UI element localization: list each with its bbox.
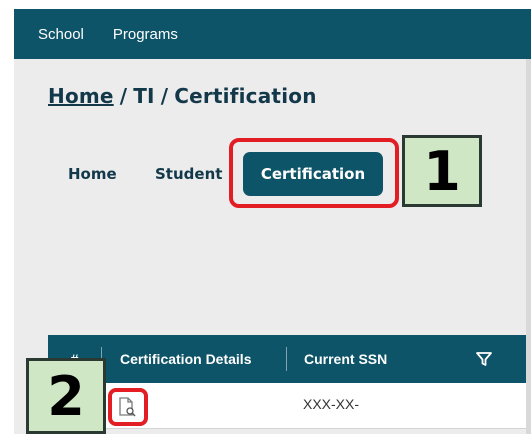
tab-home[interactable]: Home [68,165,117,183]
highlight-box-certification-tab [229,138,399,208]
top-navigation-bar: School Programs [14,9,531,59]
current-ssn-value: XXX-XX- [303,396,360,412]
filter-icon[interactable] [475,350,493,368]
breadcrumb-separator: / [119,84,128,108]
main-content: Home / TI / Certification Home Student Certi… [14,59,531,434]
breadcrumb: Home / TI / Certification [48,84,317,108]
breadcrumb-section: TI [133,84,155,108]
scrollbar-track[interactable] [526,59,531,434]
column-header-certification-details[interactable]: Certification Details [102,351,286,367]
breadcrumb-current: Certification [174,84,317,108]
breadcrumb-separator: / [160,84,169,108]
step-callout-1: 1 [402,135,482,207]
grid-header: # Certification Details Current SSN [48,335,531,383]
nav-item-programs[interactable]: Programs [113,26,178,43]
tab-student[interactable]: Student [155,165,222,183]
breadcrumb-home-link[interactable]: Home [48,84,114,108]
nav-item-school[interactable]: School [38,26,84,43]
column-header-current-ssn[interactable]: Current SSN [287,351,457,367]
step-callout-2: 2 [26,358,106,434]
highlight-box-details-icon [108,388,148,426]
